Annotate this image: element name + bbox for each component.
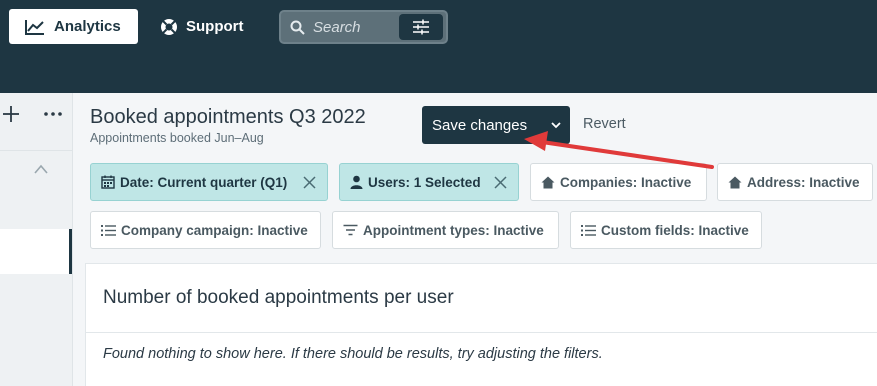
page-subtitle: Appointments booked Jun–Aug [90,131,264,145]
filter-chip-custom-fields[interactable]: Custom fields: Inactive [570,211,762,249]
filter-chip-users[interactable]: Users: 1 Selected [339,163,519,201]
nav-support-label: Support [186,18,244,35]
list-icon [581,224,596,236]
search-placeholder: Search [313,18,361,36]
line-chart-icon [25,19,44,35]
search-filter-button[interactable] [399,14,443,40]
sidebar-divider [0,150,73,151]
filter-chip-address[interactable]: Address: Inactive [717,163,873,201]
chevron-down-icon[interactable] [550,120,562,130]
filter-chip-label: Companies: Inactive [560,174,692,190]
search-input[interactable]: Search [279,10,448,44]
revert-button[interactable]: Revert [583,116,626,132]
plus-icon[interactable] [2,105,20,123]
home-icon [541,176,555,188]
filter-chip-label: Users: 1 Selected [368,174,481,190]
filter-chip-date[interactable]: Date: Current quarter (Q1) [90,163,328,201]
empty-state-message: Found nothing to show here. If there sho… [103,346,603,362]
sidebar-item-active[interactable] [0,229,72,274]
panel-divider [86,332,877,333]
filter-chip-label: Appointment types: Inactive [363,222,544,238]
filter-chip-appointment-types[interactable]: Appointment types: Inactive [332,211,559,249]
filter-chip-label: Date: Current quarter (Q1) [120,174,288,190]
close-icon[interactable] [494,176,507,189]
filter-chip-companies[interactable]: Companies: Inactive [530,163,707,201]
user-icon [350,175,363,189]
filter-chip-label: Company campaign: Inactive [121,222,308,238]
more-icon[interactable] [42,105,64,123]
sliders-icon [413,19,429,35]
nav-support[interactable]: Support [160,9,244,44]
report-panel: Number of booked appointments per user F… [85,263,877,386]
filter-chip-company-campaign[interactable]: Company campaign: Inactive [90,211,321,249]
panel-title: Number of booked appointments per user [103,287,454,308]
filter-icon [343,224,358,236]
chevron-up-icon[interactable] [33,163,49,175]
save-button-label: Save changes [432,116,528,134]
search-icon [290,20,305,35]
sidebar [0,93,73,386]
save-button[interactable]: Save changes [422,106,570,144]
home-icon [728,176,742,188]
close-icon[interactable] [303,176,316,189]
filter-chip-label: Address: Inactive [747,174,860,190]
nav-analytics-label: Analytics [54,18,121,35]
page-title: Booked appointments Q3 2022 [90,106,366,128]
list-icon [101,224,116,236]
calendar-icon [101,175,115,189]
nav-analytics[interactable]: Analytics [9,9,138,44]
lifebuoy-icon [161,18,177,35]
filter-chip-label: Custom fields: Inactive [601,222,749,238]
top-bar: Analytics Support Search [0,0,877,93]
